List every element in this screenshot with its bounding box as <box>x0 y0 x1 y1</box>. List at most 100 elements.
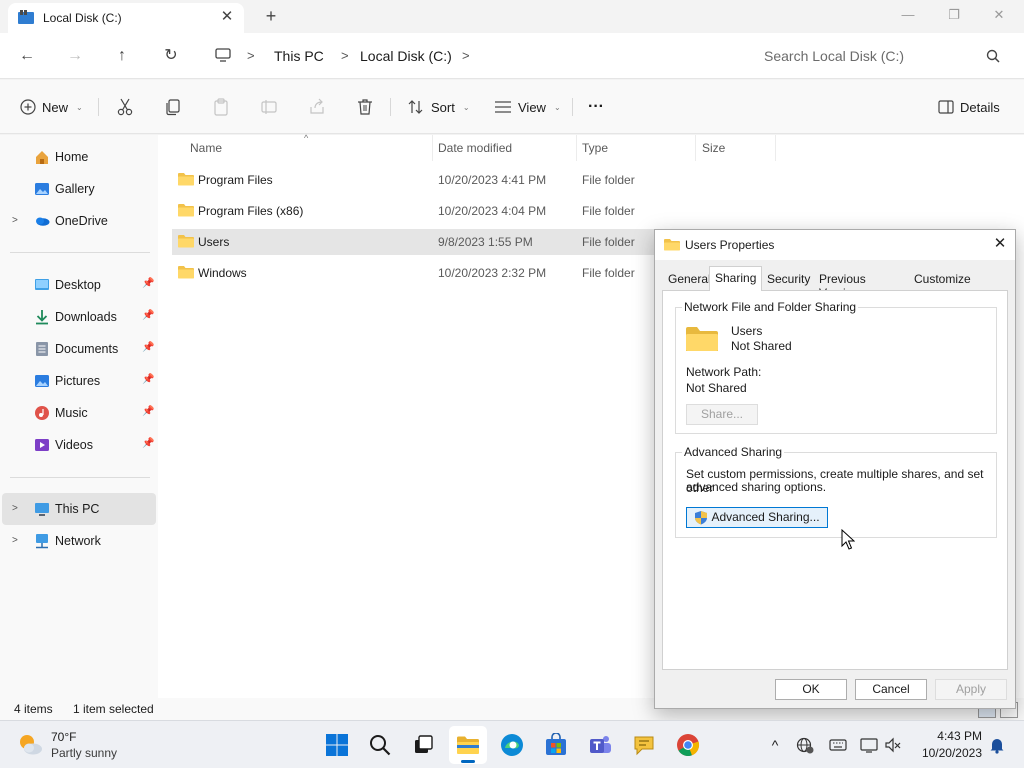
cut-icon[interactable] <box>115 97 135 117</box>
tab-general[interactable]: General <box>663 269 716 290</box>
back-button[interactable]: ← <box>13 42 41 70</box>
column-header-size[interactable]: Size <box>702 141 725 155</box>
dialog-close-icon[interactable]: ✕ <box>991 235 1009 253</box>
column-divider[interactable] <box>432 135 433 161</box>
breadcrumb-this-pc[interactable]: This PC <box>274 48 324 64</box>
column-header-date[interactable]: Date modified <box>438 141 512 155</box>
nav-item-gallery[interactable]: Gallery <box>2 173 156 205</box>
minimize-button[interactable]: — <box>885 0 931 32</box>
nav-item-desktop[interactable]: Desktop 📌 <box>2 269 156 301</box>
apply-button[interactable]: Apply <box>935 679 1007 700</box>
tab-security[interactable]: Security <box>762 269 815 290</box>
clock-time[interactable]: 4:43 PM <box>930 729 982 743</box>
column-header-type[interactable]: Type <box>582 141 608 155</box>
nav-item-pictures[interactable]: Pictures 📌 <box>2 365 156 397</box>
weather-widget[interactable]: 70°F Partly sunny <box>0 721 130 768</box>
delete-icon[interactable] <box>355 97 375 117</box>
sharing-panel: Network File and Folder Sharing Users No… <box>662 290 1008 670</box>
tab-close-icon[interactable]: ✕ <box>218 8 236 26</box>
nav-label: OneDrive <box>55 214 108 228</box>
selection-count: 1 item selected <box>73 702 154 716</box>
details-pane-button[interactable]: Details <box>938 94 1000 120</box>
active-indicator <box>461 760 475 763</box>
nav-item-documents[interactable]: Documents 📌 <box>2 333 156 365</box>
nav-item-music[interactable]: Music 📌 <box>2 397 156 429</box>
search-box[interactable]: Search Local Disk (C:) <box>752 38 1014 74</box>
up-button[interactable]: ↑ <box>108 42 136 70</box>
expand-chevron-icon[interactable]: > <box>12 535 18 546</box>
breadcrumb[interactable]: > This PC > Local Disk (C:) > <box>207 38 744 74</box>
maximize-button[interactable]: ❐ <box>931 0 977 32</box>
keyboard-icon[interactable] <box>829 736 847 754</box>
feedback-taskbar-button[interactable] <box>625 726 663 764</box>
table-row[interactable]: Windows 10/20/2023 2:32 PM File folder <box>172 260 664 286</box>
volume-muted-icon[interactable] <box>884 736 902 754</box>
display-icon[interactable] <box>860 736 878 754</box>
explorer-tab[interactable]: Local Disk (C:) ✕ <box>8 3 244 33</box>
pin-icon: 📌 <box>142 438 155 449</box>
file-explorer-taskbar-button[interactable] <box>449 726 487 764</box>
nav-item-home[interactable]: Home <box>2 141 156 173</box>
new-tab-button[interactable]: + <box>261 5 281 27</box>
ok-button[interactable]: OK <box>775 679 847 700</box>
rename-icon[interactable] <box>259 97 279 117</box>
close-window-button[interactable]: ✕ <box>976 0 1022 32</box>
notification-bell-icon[interactable] <box>988 736 1006 754</box>
share-state: Not Shared <box>731 339 792 353</box>
file-type: File folder <box>582 266 635 280</box>
share-icon[interactable] <box>307 97 327 117</box>
copy-icon[interactable] <box>163 97 183 117</box>
properties-dialog: Users Properties ✕ General Sharing Secur… <box>654 229 1016 709</box>
table-row[interactable]: Program Files (x86) 10/20/2023 4:04 PM F… <box>172 198 664 224</box>
new-button[interactable]: New ⌄ <box>20 94 83 120</box>
task-view-button[interactable] <box>404 726 442 764</box>
nav-item-downloads[interactable]: Downloads 📌 <box>2 301 156 333</box>
folder-name: Users <box>731 324 763 338</box>
start-button[interactable] <box>318 726 356 764</box>
folder-icon <box>178 173 194 186</box>
onedrive-icon <box>36 217 50 226</box>
tab-sharing[interactable]: Sharing <box>709 266 763 291</box>
nav-item-network[interactable]: > Network <box>2 525 156 557</box>
file-name: Program Files (x86) <box>198 204 304 218</box>
view-button[interactable]: View ⌄ <box>494 94 561 120</box>
show-hidden-icons-button[interactable]: ^ <box>766 736 784 754</box>
dialog-title-bar[interactable]: Users Properties ✕ <box>655 230 1015 260</box>
folder-icon <box>178 266 194 279</box>
teams-taskbar-button[interactable] <box>581 726 619 764</box>
nav-item-videos[interactable]: Videos 📌 <box>2 429 156 461</box>
column-divider[interactable] <box>576 135 577 161</box>
expand-chevron-icon[interactable]: > <box>12 215 18 226</box>
chrome-taskbar-button[interactable] <box>669 726 707 764</box>
column-divider[interactable] <box>775 135 776 161</box>
search-taskbar-button[interactable] <box>361 726 399 764</box>
expand-chevron-icon[interactable]: > <box>12 503 18 514</box>
clock-date[interactable]: 10/20/2023 <box>912 746 982 760</box>
paste-icon[interactable] <box>211 97 231 117</box>
table-row[interactable]: Program Files 10/20/2023 4:41 PM File fo… <box>172 167 664 193</box>
more-icon: ··· <box>588 98 604 115</box>
table-row-selected[interactable]: Users 9/8/2023 1:55 PM File folder <box>172 229 664 255</box>
store-taskbar-button[interactable] <box>537 726 575 764</box>
search-icon <box>986 49 1000 63</box>
network-globe-icon[interactable] <box>796 736 814 754</box>
share-button[interactable]: Share... <box>686 404 758 425</box>
nav-item-this-pc[interactable]: > This PC <box>2 493 156 525</box>
details-pane-icon <box>938 100 954 114</box>
tab-previous-versions[interactable]: Previous Versions <box>814 269 871 300</box>
nav-item-onedrive[interactable]: > OneDrive <box>2 205 156 237</box>
refresh-button[interactable]: ↻ <box>157 42 185 70</box>
tab-customize[interactable]: Customize <box>909 269 976 290</box>
more-options-button[interactable]: ··· <box>588 94 604 120</box>
mouse-cursor-icon <box>841 529 855 550</box>
edge-taskbar-button[interactable] <box>493 726 531 764</box>
cancel-button[interactable]: Cancel <box>855 679 927 700</box>
column-divider[interactable] <box>695 135 696 161</box>
column-header-name[interactable]: Name <box>190 141 222 155</box>
forward-button[interactable]: → <box>61 42 89 70</box>
advanced-sharing-button[interactable]: Advanced Sharing... <box>686 507 828 528</box>
search-input[interactable]: Search Local Disk (C:) <box>764 48 904 64</box>
breadcrumb-local-disk[interactable]: Local Disk (C:) <box>360 48 452 64</box>
details-label: Details <box>960 99 1000 115</box>
sort-button[interactable]: Sort ⌄ <box>407 94 470 120</box>
